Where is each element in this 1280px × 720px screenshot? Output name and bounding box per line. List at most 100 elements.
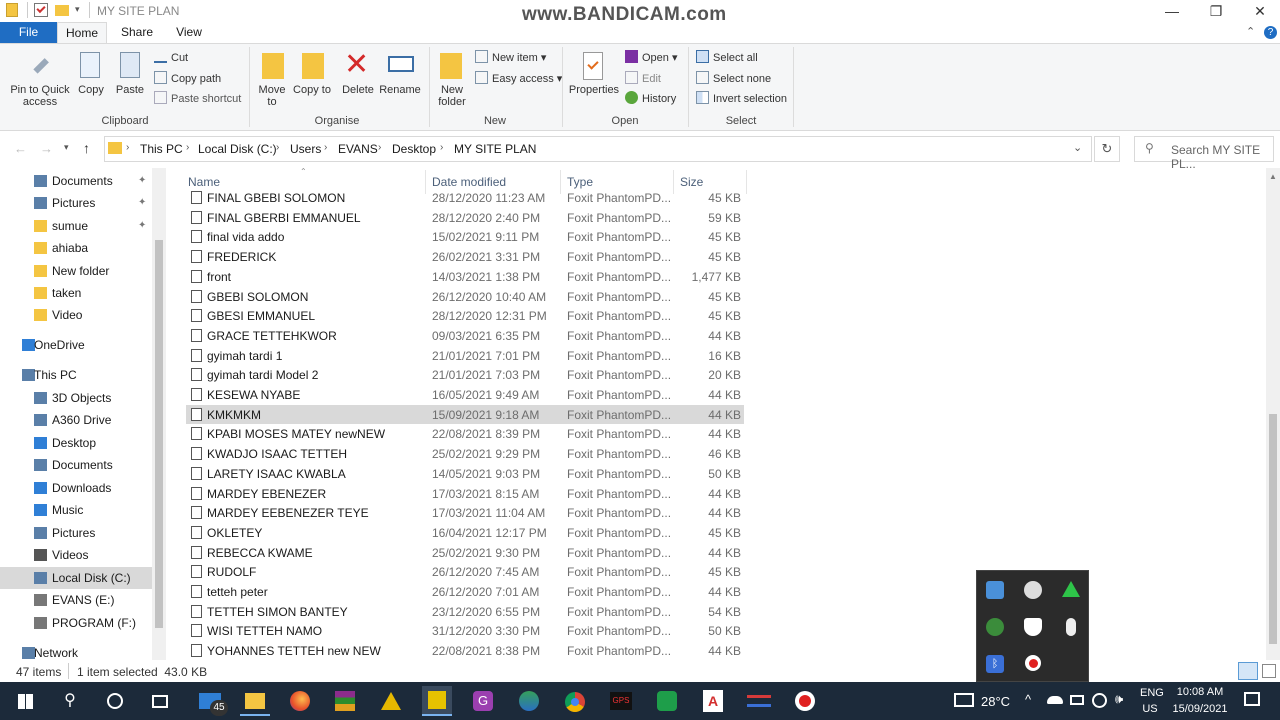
microphone-icon[interactable]: [1066, 618, 1076, 636]
nav-item[interactable]: 3D Objects: [0, 387, 152, 409]
breadcrumb-this-pc[interactable]: This PC: [140, 142, 183, 156]
rename-button[interactable]: Rename: [378, 84, 422, 96]
cortana-icon[interactable]: [100, 686, 130, 716]
collapse-ribbon-icon[interactable]: ⌃: [1246, 25, 1255, 38]
nav-item[interactable]: OneDrive: [0, 334, 152, 356]
breadcrumb-users[interactable]: Users: [290, 142, 321, 156]
column-header-name[interactable]: Name: [188, 175, 220, 189]
volume-icon[interactable]: 🕪: [1115, 691, 1123, 707]
file-row[interactable]: FINAL GBERBI EMMANUEL 28/12/2020 2:40 PM F…: [186, 208, 744, 228]
details-view-icon[interactable]: [1238, 662, 1258, 680]
file-row[interactable]: FREDERICK 26/02/2021 3:31 PM Foxit Phantom…: [186, 247, 744, 267]
shield-icon[interactable]: [1024, 618, 1042, 636]
nav-item[interactable]: sumue ✦: [0, 215, 152, 237]
network-tray-icon[interactable]: [986, 618, 1004, 636]
invert-selection-button[interactable]: Invert selection: [696, 90, 787, 108]
bluetooth-icon[interactable]: ᛒ: [986, 655, 1004, 673]
show-hidden-icons[interactable]: ^: [1025, 692, 1031, 707]
file-row[interactable]: MARDEY EEBENEZER TEYE 17/03/2021 11:04 AM…: [186, 503, 744, 523]
chrome-icon[interactable]: [560, 686, 590, 716]
clock-date[interactable]: 15/09/2021: [1170, 703, 1230, 715]
onedrive-icon[interactable]: [1047, 696, 1063, 704]
column-header-type[interactable]: Type: [567, 175, 593, 189]
gps-app-icon[interactable]: GPS: [606, 686, 636, 716]
file-row[interactable]: gyimah tardi 1 21/01/2021 7:01 PM Foxit Ph…: [186, 346, 744, 366]
select-all-button[interactable]: Select all: [696, 49, 758, 67]
file-row[interactable]: TETTEH SIMON BANTEY 23/12/2020 6:55 PM Fox…: [186, 602, 744, 622]
copy-path-button[interactable]: Copy path: [154, 70, 221, 88]
refresh-icon[interactable]: ↻: [1094, 136, 1120, 162]
nav-item[interactable]: New folder: [0, 260, 152, 282]
battery-icon[interactable]: [1070, 695, 1084, 705]
autocad-icon[interactable]: [376, 686, 406, 716]
nav-item[interactable]: This PC: [0, 364, 152, 386]
search-input[interactable]: ⚲ Search MY SITE PL...: [1134, 136, 1274, 171]
file-row[interactable]: LARETY ISAAC KWABLA 14/05/2021 9:03 PM Fox…: [186, 464, 744, 484]
up-icon[interactable]: ↑: [83, 140, 90, 156]
copy-button[interactable]: Copy: [74, 84, 108, 96]
clock-time[interactable]: 10:08 AM: [1170, 686, 1230, 698]
scroll-thumb[interactable]: [1269, 414, 1277, 644]
nav-item[interactable]: EVANS (E:): [0, 589, 152, 611]
bandicam-record-icon[interactable]: [790, 686, 820, 716]
file-row[interactable]: gyimah tardi Model 2 21/01/2021 7:03 PM Fo…: [186, 365, 744, 385]
open-button[interactable]: Open ▾: [625, 49, 678, 67]
file-list-scrollbar[interactable]: ▲: [1266, 168, 1280, 660]
new-folder-icon[interactable]: [55, 5, 69, 16]
file-row[interactable]: FINAL GBEBI SOLOMON 28/12/2020 11:23 AM Fo…: [186, 188, 744, 208]
foxit-phantompdf-icon[interactable]: [422, 686, 452, 716]
file-row[interactable]: GRACE TETTEHKWOR 09/03/2021 6:35 PM Foxit …: [186, 326, 744, 346]
nav-item[interactable]: Downloads: [0, 477, 152, 499]
file-explorer-icon[interactable]: [240, 686, 270, 716]
properties-icon[interactable]: [34, 3, 48, 17]
minimize-button[interactable]: —: [1150, 0, 1194, 22]
nav-item[interactable]: Pictures ✦: [0, 192, 152, 214]
tab-file[interactable]: File: [0, 22, 57, 43]
weather-icon[interactable]: [954, 693, 974, 707]
recent-locations-icon[interactable]: ▾: [64, 142, 69, 153]
app-g-icon[interactable]: G: [468, 686, 498, 716]
address-dropdown-icon[interactable]: ⌄: [1073, 141, 1082, 154]
input-language-eng[interactable]: ENG: [1140, 687, 1164, 699]
file-row[interactable]: GBEBI SOLOMON 26/12/2020 10:40 AM Foxit Ph…: [186, 287, 744, 307]
file-row[interactable]: KPABI MOSES MATEY newNEW 22/08/2021 8:39 …: [186, 424, 744, 444]
task-view-icon[interactable]: [145, 686, 175, 716]
file-row[interactable]: KMKMKM 15/09/2021 9:18 AM Foxit PhantomPD.…: [186, 404, 744, 425]
notifications-icon[interactable]: [1244, 692, 1260, 706]
network-globe-icon[interactable]: [1092, 693, 1107, 708]
nav-item[interactable]: Local Disk (C:): [0, 567, 152, 589]
large-icons-view-icon[interactable]: [1262, 664, 1276, 678]
properties-button[interactable]: Properties: [568, 84, 620, 96]
satellite-tray-icon[interactable]: [1024, 581, 1042, 599]
file-row[interactable]: front 14/03/2021 1:38 PM Foxit PhantomPD..…: [186, 267, 744, 287]
tab-view[interactable]: View: [166, 22, 212, 44]
record-tray-icon[interactable]: [1025, 655, 1041, 671]
nav-item[interactable]: A360 Drive: [0, 409, 152, 431]
pin-to-quick-access-button[interactable]: Pin to Quick access: [4, 84, 76, 108]
nav-item[interactable]: Network: [0, 642, 152, 664]
input-language-us[interactable]: US: [1140, 703, 1160, 715]
file-row[interactable]: REBECCA KWAME 25/02/2021 9:30 PM Foxit Pha…: [186, 543, 744, 563]
breadcrumb-evans[interactable]: EVANS: [338, 142, 378, 156]
world-icon[interactable]: [514, 686, 544, 716]
nav-item[interactable]: Video: [0, 304, 152, 326]
new-folder-button[interactable]: New folder: [432, 84, 472, 108]
nav-item[interactable]: Documents: [0, 454, 152, 476]
paste-button[interactable]: Paste: [112, 84, 148, 96]
start-button[interactable]: [10, 686, 40, 716]
nav-item[interactable]: PROGRAM (F:): [0, 612, 152, 634]
nav-scrollbar[interactable]: [152, 168, 166, 660]
nav-item[interactable]: ahiaba: [0, 237, 152, 259]
adobe-acrobat-icon[interactable]: A: [698, 686, 728, 716]
tab-home[interactable]: Home: [57, 22, 107, 44]
column-header-size[interactable]: Size: [680, 175, 703, 189]
app-wave-icon[interactable]: [744, 686, 774, 716]
history-button[interactable]: History: [625, 90, 676, 108]
move-to-button[interactable]: Move to: [254, 84, 290, 108]
nav-item[interactable]: Videos: [0, 544, 152, 566]
breadcrumb-my-site-plan[interactable]: MY SITE PLAN: [454, 142, 536, 156]
winrar-icon[interactable]: [330, 686, 360, 716]
new-item-button[interactable]: New item ▾: [475, 49, 546, 67]
search-taskbar-icon[interactable]: ⚲: [55, 686, 85, 716]
file-row[interactable]: MARDEY EBENEZER 17/03/2021 8:15 AM Foxit P…: [186, 484, 744, 504]
